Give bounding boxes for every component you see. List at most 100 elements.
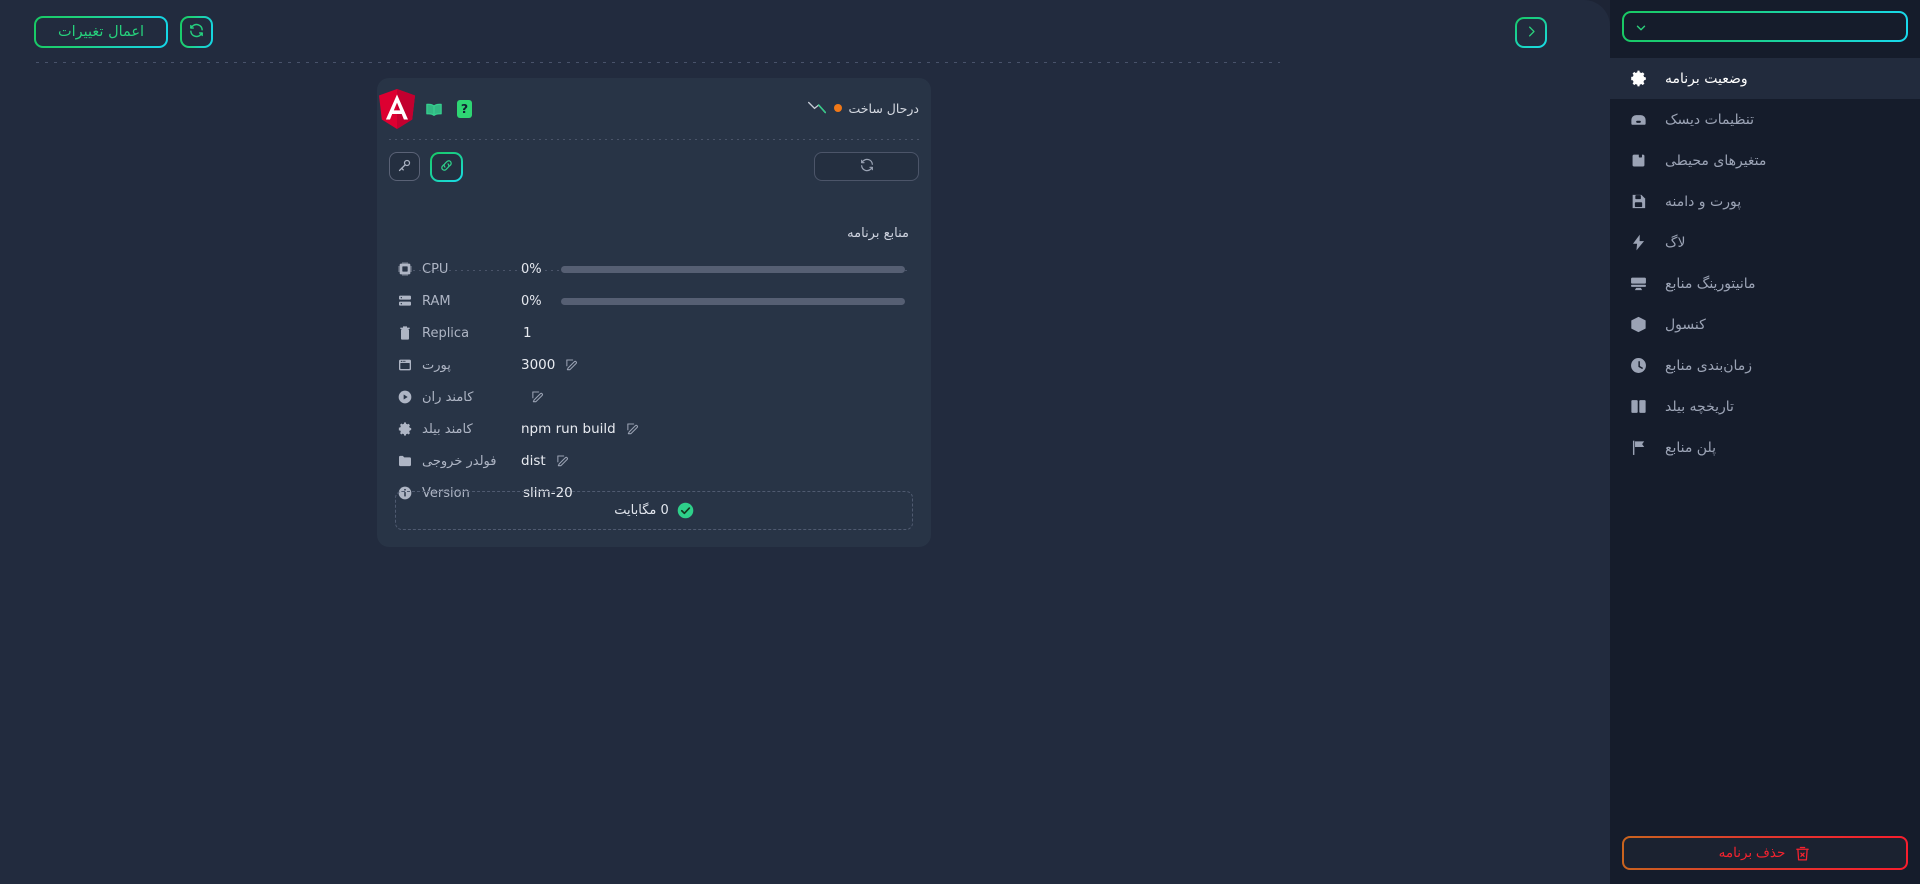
toolbar-refresh-button[interactable] — [180, 16, 213, 48]
resource-row-label-group: پورت — [397, 357, 515, 373]
resource-row-label-group: CPU — [397, 261, 515, 277]
sidebar-item-9[interactable]: تاریخچه بیلد — [1610, 386, 1920, 427]
resource-row-value-group: 3000 — [515, 357, 911, 373]
box-icon — [1628, 314, 1649, 335]
sidebar-item-label: متغیرهای محیطی — [1665, 152, 1767, 169]
delete-app-label: حذف برنامه — [1718, 845, 1786, 860]
edit-icon[interactable] — [531, 390, 545, 404]
angular-logo-icon — [377, 88, 417, 131]
resource-row-value-group: 0% — [515, 294, 911, 309]
key-icon — [397, 158, 412, 176]
sidebar-item-label: تنظیمات دیسک — [1665, 111, 1754, 128]
resource-label: RAM — [422, 293, 451, 309]
sidebar-item-label: پورت و دامنه — [1665, 193, 1742, 210]
resource-row: کامند ران — [389, 381, 919, 413]
edit-icon[interactable] — [626, 422, 640, 436]
delete-app-button[interactable]: حذف برنامه — [1622, 836, 1908, 870]
card-toolbar — [389, 152, 919, 271]
card-header: درحال ساخت ? — [377, 78, 931, 140]
progress-value: 0% — [521, 293, 542, 309]
sidebar-item-8[interactable]: زمان‌بندی منابع — [1610, 345, 1920, 386]
resource-label: کامند ران — [422, 389, 474, 405]
resource-row: 0% RAM — [389, 285, 919, 317]
sidebar-item-label: پلن منابع — [1665, 439, 1716, 456]
top-toolbar: اعمال تغییرات — [0, 0, 1610, 64]
resource-row-value-group: npm run build — [515, 421, 911, 437]
sidebar-item-4[interactable]: پورت و دامنه — [1610, 181, 1920, 222]
progress-bar — [561, 265, 905, 273]
app-root: اعمال تغییرات درحال ساخت ? منابع برنامه … — [0, 0, 1920, 884]
edit-icon[interactable] — [556, 454, 570, 468]
resource-row-label-group: RAM — [397, 293, 515, 309]
sidebar-item-7[interactable]: کنسول — [1610, 304, 1920, 345]
book-icon[interactable] — [425, 102, 443, 117]
resource-row-value-group — [515, 390, 911, 404]
sidebar-item-2[interactable]: تنظیمات دیسک — [1610, 99, 1920, 140]
resource-row-label-group: فولدر خروجی — [397, 453, 515, 469]
resource-label: CPU — [422, 261, 449, 277]
build-status: درحال ساخت — [807, 100, 919, 116]
resource-row-value-group: 1 — [515, 325, 911, 341]
sidebar-item-5[interactable]: لاگ — [1610, 222, 1920, 263]
sidebar-item-label: تاریخچه بیلد — [1665, 398, 1734, 415]
gear-icon — [397, 421, 413, 437]
app-selector-dropdown[interactable] — [1622, 11, 1908, 42]
book-open-icon — [1628, 396, 1649, 417]
chevron-down-icon — [1634, 20, 1648, 34]
sidebar-item-label: لاگ — [1665, 234, 1686, 251]
sidebar-item-10[interactable]: پلن منابع — [1610, 427, 1920, 468]
resource-rows: منابع برنامه 0% CPU 0% RAM 1 Replica 3000 پورت ک… — [389, 226, 919, 509]
app-status-card: درحال ساخت ? منابع برنامه 0% CPU 0% RAM … — [377, 78, 931, 547]
card-divider-top — [389, 139, 919, 140]
build-status-label: درحال ساخت — [848, 100, 919, 116]
resources-title: منابع برنامه — [847, 226, 909, 241]
clock-icon — [1628, 355, 1649, 376]
resource-label: کامند بیلد — [422, 421, 473, 437]
cpu-icon — [397, 261, 413, 277]
resource-label: فولدر خروجی — [422, 453, 497, 469]
sidebar-item-3[interactable]: متغیرهای محیطی — [1610, 140, 1920, 181]
progress-value: 0% — [521, 261, 542, 277]
resource-row: npm run build کامند بیلد — [389, 413, 919, 445]
credentials-button[interactable] — [389, 152, 420, 181]
floppy-icon — [1628, 191, 1649, 212]
resource-value: npm run build — [521, 421, 616, 437]
storage-summary-label: 0 مگابایت — [614, 503, 669, 518]
toolbar-left-group: اعمال تغییرات — [34, 16, 213, 48]
sparkline-icon — [807, 100, 827, 116]
apply-changes-button[interactable]: اعمال تغییرات — [34, 16, 168, 48]
right-sidebar: وضعیت برنامه تنظیمات دیسک متغیرهای محیطی پو… — [1610, 0, 1920, 884]
ram-icon — [397, 293, 413, 309]
toolbar-right-group — [1515, 17, 1547, 48]
link-icon — [439, 158, 454, 176]
open-link-button[interactable] — [430, 152, 463, 182]
replica-icon — [397, 325, 413, 341]
card-toolbar-actions — [389, 152, 463, 182]
refresh-icon — [859, 157, 875, 176]
flag-icon — [1628, 437, 1649, 458]
resource-row-label-group: کامند بیلد — [397, 421, 515, 437]
resource-row-label-group: کامند ران — [397, 389, 515, 405]
collapse-panel-button[interactable] — [1515, 17, 1547, 48]
chevron-right-icon — [1524, 24, 1539, 42]
refresh-icon — [188, 22, 205, 43]
resource-row: 1 Replica — [389, 317, 919, 349]
resource-row-value-group: dist — [515, 453, 911, 469]
sidebar-item-label: وضعیت برنامه — [1665, 70, 1748, 87]
sidebar-item-label: کنسول — [1665, 316, 1706, 333]
sidebar-item-6[interactable]: مانیتورینگ منابع — [1610, 263, 1920, 304]
card-refresh-button[interactable] — [814, 152, 919, 181]
edit-icon[interactable] — [565, 358, 579, 372]
help-badge-icon[interactable]: ? — [457, 100, 472, 118]
sidebar-item-1[interactable]: وضعیت برنامه — [1610, 58, 1920, 99]
hdd-icon — [1628, 109, 1649, 130]
gear-icon — [1628, 68, 1649, 89]
resource-label: پورت — [422, 357, 451, 373]
progress-bar — [561, 297, 905, 305]
resource-value: dist — [521, 453, 546, 469]
status-dot-icon — [833, 104, 842, 112]
resource-label: Replica — [422, 325, 470, 341]
play-icon — [397, 389, 413, 405]
main-area: اعمال تغییرات درحال ساخت ? منابع برنامه … — [0, 0, 1610, 884]
sidebar-item-label: زمان‌بندی منابع — [1665, 357, 1753, 374]
